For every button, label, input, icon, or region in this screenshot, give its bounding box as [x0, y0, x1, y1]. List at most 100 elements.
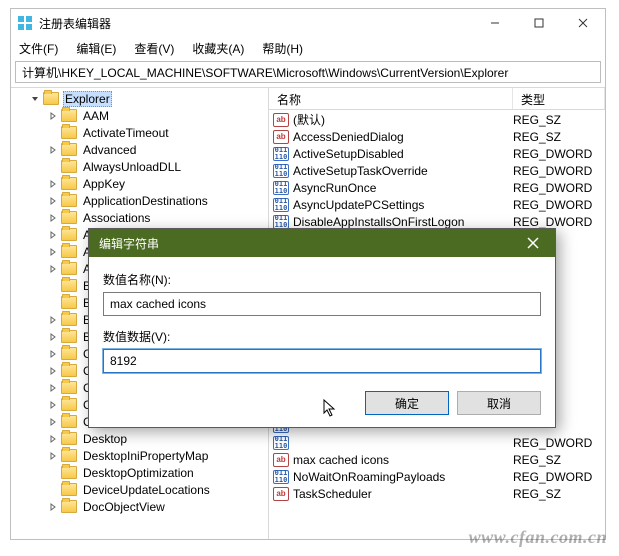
chevron-right-icon[interactable] — [47, 416, 59, 428]
folder-icon — [61, 245, 77, 258]
menu-view[interactable]: 查看(V) — [132, 38, 176, 59]
folder-icon — [61, 228, 77, 241]
address-bar[interactable]: 计算机\HKEY_LOCAL_MACHINE\SOFTWARE\Microsof… — [15, 61, 601, 83]
folder-icon — [61, 313, 77, 326]
chevron-right-icon[interactable] — [47, 382, 59, 394]
value-name: max cached icons — [293, 453, 513, 467]
menu-edit[interactable]: 编辑(E) — [74, 38, 118, 59]
tree-item[interactable]: ActivateTimeout — [15, 124, 268, 141]
tree-item[interactable]: AlwaysUnloadDLL — [15, 158, 268, 175]
list-row[interactable]: 011110 REG_DWORD — [269, 434, 605, 451]
list-row[interactable]: 011110ActiveSetupTaskOverrideREG_DWORD — [269, 162, 605, 179]
dialog-close-button[interactable] — [511, 229, 555, 257]
folder-icon — [61, 330, 77, 343]
chevron-right-icon — [47, 297, 59, 309]
folder-icon — [61, 466, 77, 479]
chevron-right-icon[interactable] — [47, 212, 59, 224]
chevron-right-icon[interactable] — [47, 178, 59, 190]
value-type: REG_DWORD — [513, 181, 605, 195]
tree-item-label: Advanced — [81, 143, 138, 157]
dialog-titlebar: 编辑字符串 — [89, 229, 555, 257]
col-name[interactable]: 名称 — [269, 88, 513, 109]
tree-item[interactable]: Advanced — [15, 141, 268, 158]
minimize-button[interactable] — [473, 9, 517, 37]
chevron-right-icon[interactable] — [47, 365, 59, 377]
list-row[interactable]: abTaskSchedulerREG_SZ — [269, 485, 605, 502]
window-title: 注册表编辑器 — [39, 15, 111, 32]
name-input[interactable] — [103, 292, 541, 316]
regedit-icon — [17, 15, 33, 31]
chevron-right-icon[interactable] — [47, 501, 59, 513]
tree-item-label: DeviceUpdateLocations — [81, 483, 212, 497]
chevron-right-icon[interactable] — [47, 314, 59, 326]
list-row[interactable]: 011110ActiveSetupDisabledREG_DWORD — [269, 145, 605, 162]
tree-item-label: DesktopOptimization — [81, 466, 196, 480]
chevron-down-icon[interactable] — [29, 93, 41, 105]
value-name: (默认) — [293, 111, 513, 128]
titlebar: 注册表编辑器 — [11, 9, 605, 37]
folder-icon — [61, 398, 77, 411]
list-row[interactable]: abAccessDeniedDialogREG_SZ — [269, 128, 605, 145]
chevron-right-icon — [47, 484, 59, 496]
value-type: REG_SZ — [513, 487, 605, 501]
list-row[interactable]: abmax cached iconsREG_SZ — [269, 451, 605, 468]
list-row[interactable]: ab(默认)REG_SZ — [269, 111, 605, 128]
chevron-right-icon[interactable] — [47, 195, 59, 207]
chevron-right-icon[interactable] — [47, 433, 59, 445]
tree-item-label: Associations — [81, 211, 152, 225]
tree-item[interactable]: DesktopIniPropertyMap — [15, 447, 268, 464]
chevron-right-icon[interactable] — [47, 144, 59, 156]
chevron-right-icon[interactable] — [47, 331, 59, 343]
string-value-icon: ab — [273, 452, 289, 468]
tree-item-label: AlwaysUnloadDLL — [81, 160, 183, 174]
data-input[interactable] — [103, 349, 541, 373]
list-row[interactable]: 011110NoWaitOnRoamingPayloadsREG_DWORD — [269, 468, 605, 485]
folder-icon — [61, 109, 77, 122]
folder-icon — [61, 262, 77, 275]
tree-item-label: AppKey — [81, 177, 127, 191]
cancel-button[interactable]: 取消 — [457, 391, 541, 415]
list-row[interactable]: 011110AsyncUpdatePCSettingsREG_DWORD — [269, 196, 605, 213]
value-type: REG_DWORD — [513, 436, 605, 450]
dword-value-icon: 011110 — [273, 435, 289, 451]
dword-value-icon: 011110 — [273, 146, 289, 162]
tree-item-label: ActivateTimeout — [81, 126, 171, 140]
chevron-right-icon[interactable] — [47, 348, 59, 360]
tree-item[interactable]: ApplicationDestinations — [15, 192, 268, 209]
value-type: REG_SZ — [513, 113, 605, 127]
maximize-button[interactable] — [517, 9, 561, 37]
tree-item[interactable]: DocObjectView — [15, 498, 268, 515]
chevron-right-icon[interactable] — [47, 110, 59, 122]
dialog-title: 编辑字符串 — [99, 235, 159, 252]
chevron-right-icon[interactable] — [47, 263, 59, 275]
menu-favorites[interactable]: 收藏夹(A) — [190, 38, 246, 59]
tree-item[interactable]: DeviceUpdateLocations — [15, 481, 268, 498]
tree-item[interactable]: Explorer — [15, 90, 268, 107]
value-type: REG_DWORD — [513, 215, 605, 229]
folder-icon — [61, 347, 77, 360]
close-button[interactable] — [561, 9, 605, 37]
tree-item[interactable]: AppKey — [15, 175, 268, 192]
value-type: REG_DWORD — [513, 198, 605, 212]
value-name: AccessDeniedDialog — [293, 130, 513, 144]
chevron-right-icon[interactable] — [47, 246, 59, 258]
string-value-icon: ab — [273, 112, 289, 128]
folder-icon — [61, 296, 77, 309]
chevron-right-icon[interactable] — [47, 399, 59, 411]
chevron-right-icon[interactable] — [47, 229, 59, 241]
list-row[interactable]: 011110AsyncRunOnceREG_DWORD — [269, 179, 605, 196]
tree-item[interactable]: AAM — [15, 107, 268, 124]
menu-file[interactable]: 文件(F) — [17, 38, 60, 59]
menu-help[interactable]: 帮助(H) — [260, 38, 305, 59]
tree-item[interactable]: DesktopOptimization — [15, 464, 268, 481]
data-label: 数值数据(V): — [103, 328, 541, 345]
tree-item[interactable]: Associations — [15, 209, 268, 226]
chevron-right-icon[interactable] — [47, 450, 59, 462]
col-type[interactable]: 类型 — [513, 88, 605, 109]
folder-icon — [61, 143, 77, 156]
folder-icon — [61, 279, 77, 292]
ok-button[interactable]: 确定 — [365, 391, 449, 415]
folder-icon — [61, 177, 77, 190]
chevron-right-icon — [47, 280, 59, 292]
tree-item[interactable]: Desktop — [15, 430, 268, 447]
